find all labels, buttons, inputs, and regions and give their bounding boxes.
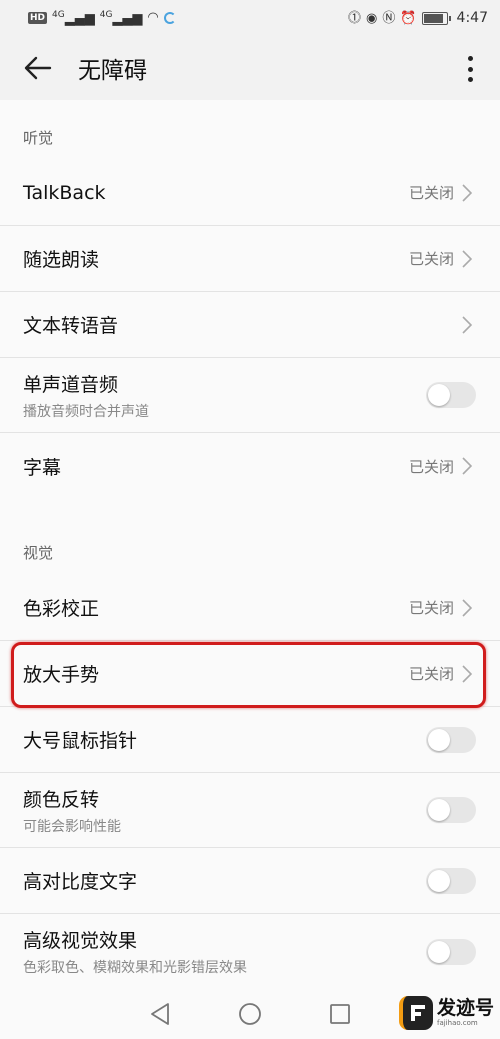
clock: 4:47 <box>456 10 488 26</box>
alarm-icon: ⏰ <box>400 10 417 26</box>
page-title: 无障碍 <box>78 58 147 84</box>
large-pointer-toggle[interactable] <box>426 726 476 753</box>
setting-value: 已关闭 <box>408 184 454 202</box>
status-bar-left: HD 4G▂▄▆ 4G▂▄▆ ◠ <box>28 10 176 26</box>
setting-description: 色彩取色、模糊效果和光影错层效果 <box>23 960 247 976</box>
nav-recents-icon <box>330 1004 350 1024</box>
high-contrast-text-toggle[interactable] <box>426 867 476 894</box>
nfc-icon: Ⓝ <box>382 10 396 26</box>
status-bar-right: ⓵ ◉ Ⓝ ⏰ 4:47 <box>348 10 488 26</box>
nav-home-icon <box>239 1003 261 1025</box>
setting-label: 色彩校正 <box>23 598 100 620</box>
setting-label: 单声道音频 <box>23 373 119 396</box>
section-header-hearing: 听觉 <box>23 129 54 147</box>
setting-row-captions[interactable]: 字幕 已关闭 <box>0 433 500 499</box>
back-button[interactable] <box>10 36 66 100</box>
setting-label: 随选朗读 <box>23 249 100 271</box>
toggle-knob <box>428 799 450 821</box>
setting-row-high-contrast-text: 高对比度文字 <box>0 848 500 914</box>
chevron-right-icon <box>462 183 476 203</box>
chevron-right-icon <box>462 315 476 335</box>
setting-description: 可能会影响性能 <box>23 818 121 835</box>
advanced-visual-effects-toggle[interactable] <box>426 938 476 965</box>
color-inversion-toggle[interactable] <box>426 797 476 823</box>
setting-value: 已关闭 <box>408 599 454 617</box>
hearing-section: 听觉 TalkBack 已关闭 随选朗读 已关闭 文本转语音 单声道音频 播放音… <box>0 100 500 499</box>
more-options-button[interactable] <box>458 54 482 84</box>
setting-row-talkback[interactable]: TalkBack 已关闭 <box>0 160 500 226</box>
vision-section: 视觉 色彩校正 已关闭 放大手势 已关闭 大号鼠标指针 颜色反转 可能会影响性能… <box>0 508 500 989</box>
sync-icon <box>163 11 176 24</box>
toggle-knob <box>428 869 450 892</box>
nav-back-button[interactable] <box>145 999 175 1029</box>
setting-label: TalkBack <box>23 181 106 204</box>
status-bar: HD 4G▂▄▆ 4G▂▄▆ ◠ ⓵ ◉ Ⓝ ⏰ 4:47 <box>0 0 500 36</box>
setting-value: 已关闭 <box>408 250 454 268</box>
app-bar: 无障碍 <box>0 36 500 100</box>
watermark-logo-icon <box>398 996 433 1030</box>
chevron-right-icon <box>462 249 476 269</box>
setting-row-color-inversion: 颜色反转 可能会影响性能 <box>0 773 500 848</box>
signal-icon: 4G▂▄▆ <box>99 9 143 27</box>
nav-back-icon <box>151 1003 169 1025</box>
wifi-icon: ◠ <box>147 10 159 26</box>
highlight-annotation <box>11 642 486 708</box>
section-header-vision: 视觉 <box>23 544 54 562</box>
setting-row-large-pointer: 大号鼠标指针 <box>0 707 500 773</box>
battery-icon <box>421 11 451 25</box>
setting-label: 大号鼠标指针 <box>23 730 138 752</box>
eye-comfort-icon: ◉ <box>366 10 378 26</box>
network-type-2: 4G <box>99 9 113 20</box>
battery-fill <box>423 13 444 23</box>
setting-label: 高对比度文字 <box>23 871 138 893</box>
more-vertical-icon <box>467 56 473 61</box>
network-type-1: 4G <box>52 9 65 20</box>
setting-label: 字幕 <box>23 456 62 479</box>
toggle-knob <box>428 940 450 963</box>
setting-row-text-to-speech[interactable]: 文本转语音 <box>0 292 500 358</box>
nav-home-button[interactable] <box>235 999 265 1029</box>
setting-label: 颜色反转 <box>23 788 100 811</box>
signal-icon: 4G▂▄▆ <box>52 9 95 27</box>
arrow-left-icon <box>24 56 52 80</box>
watermark-url: fajihao.com <box>436 1019 478 1027</box>
setting-description: 播放音频时合并声道 <box>23 403 149 420</box>
watermark-title: 发迹号 <box>436 997 494 1019</box>
hd-badge: HD <box>28 11 48 24</box>
setting-row-select-to-speak[interactable]: 随选朗读 已关闭 <box>0 226 500 292</box>
nav-recents-button[interactable] <box>325 999 355 1029</box>
toggle-knob <box>428 728 450 751</box>
setting-row-mono-audio: 单声道音频 播放音频时合并声道 <box>0 358 500 433</box>
setting-value: 已关闭 <box>408 457 454 476</box>
setting-row-color-correction[interactable]: 色彩校正 已关闭 <box>0 575 500 641</box>
chevron-right-icon <box>462 598 476 618</box>
toggle-knob <box>428 384 450 406</box>
mono-audio-toggle[interactable] <box>426 382 476 408</box>
setting-row-advanced-visual-effects: 高级视觉效果 色彩取色、模糊效果和光影错层效果 <box>0 914 500 989</box>
data-saver-icon: ⓵ <box>347 10 361 26</box>
setting-label: 高级视觉效果 <box>23 930 138 952</box>
setting-label: 文本转语音 <box>23 315 119 337</box>
chevron-right-icon <box>462 456 476 476</box>
watermark: 发迹号 fajihao.com <box>398 996 494 1030</box>
